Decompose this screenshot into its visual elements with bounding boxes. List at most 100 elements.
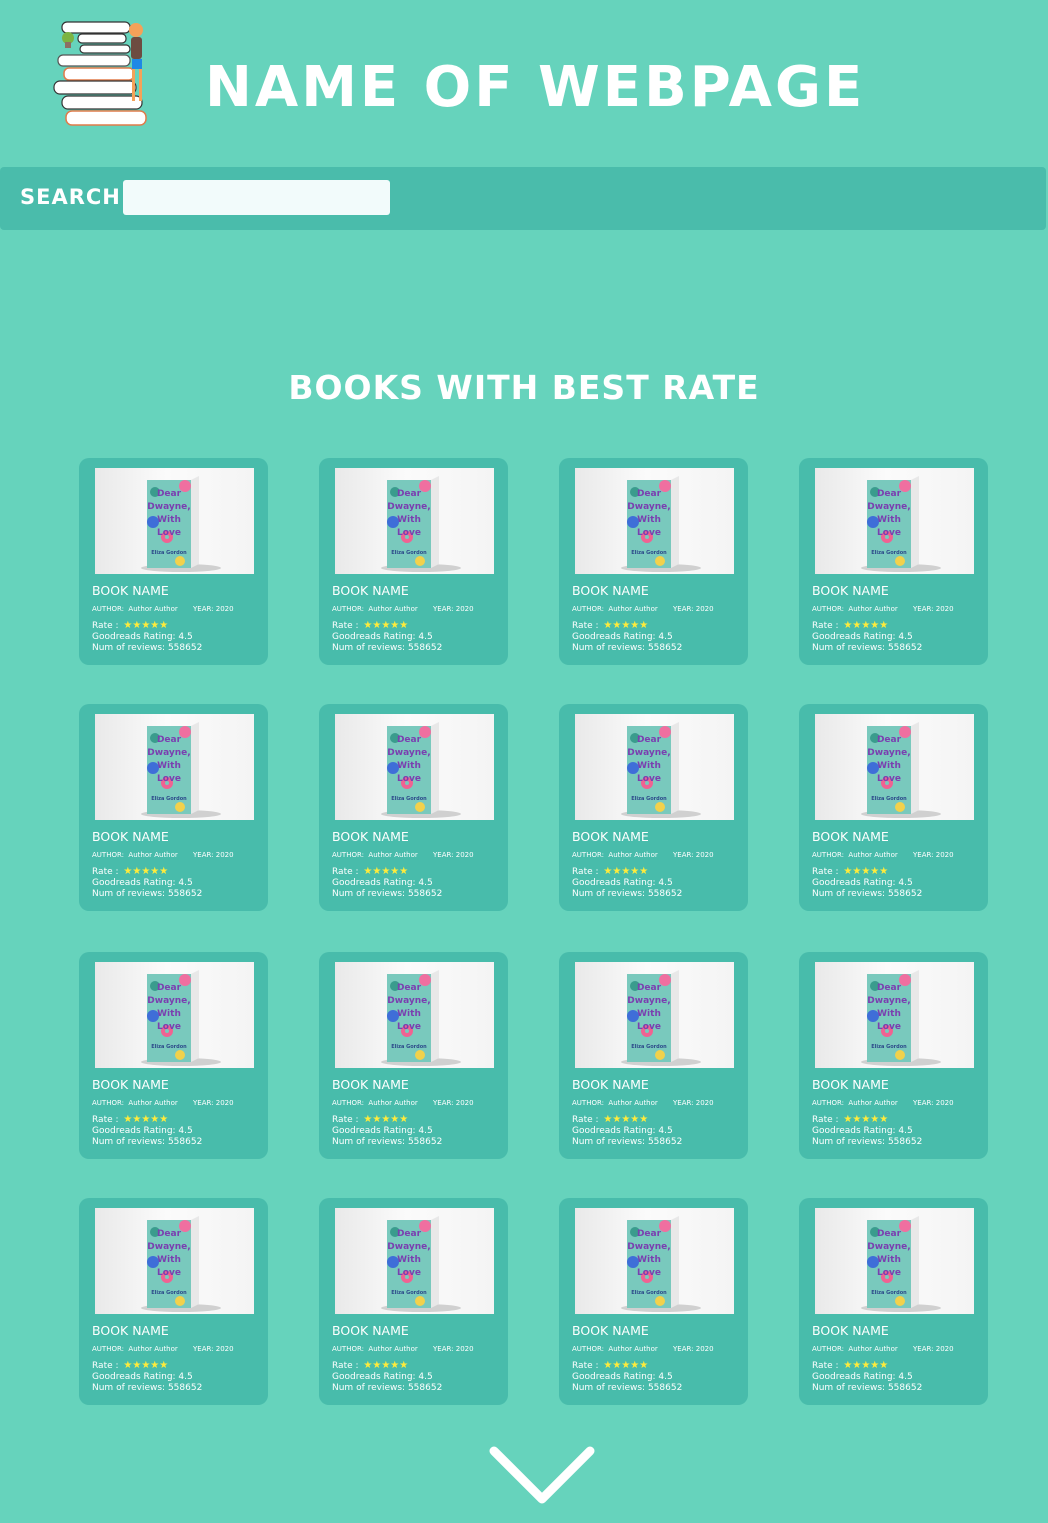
book-name[interactable]: BOOK NAME [812, 1077, 889, 1092]
book-name[interactable]: BOOK NAME [332, 829, 409, 844]
cover-title-2: Dwayne, [867, 996, 910, 1006]
cover-title-3: With [157, 1009, 181, 1019]
book-card[interactable]: Dear Dwayne, With Love Eliza Gordon BOOK NAME… [559, 1198, 748, 1405]
rate-label: Rate : [92, 1115, 119, 1125]
book-cover-image[interactable]: Dear Dwayne, With Love Eliza Gordon [95, 962, 254, 1068]
goodreads-rating: Goodreads Rating: 4.5 [332, 1126, 433, 1136]
book-cover-image[interactable]: Dear Dwayne, With Love Eliza Gordon [815, 1208, 974, 1314]
book-name[interactable]: BOOK NAME [332, 1323, 409, 1338]
search-bar: SEARCH [0, 167, 1046, 230]
book-card[interactable]: Dear Dwayne, With Love Eliza Gordon BOOK NAME… [79, 1198, 268, 1405]
book-card[interactable]: Dear Dwayne, With Love Eliza Gordon BOOK NAME… [799, 704, 988, 911]
cover-title-1: Dear [877, 489, 902, 499]
book-name[interactable]: BOOK NAME [92, 1323, 169, 1338]
site-title: NAME OF WEBPAGE [205, 55, 866, 120]
book-cover-image[interactable]: Dear Dwayne, With Love Eliza Gordon [815, 468, 974, 574]
book-name[interactable]: BOOK NAME [332, 583, 409, 598]
book-name[interactable]: BOOK NAME [92, 829, 169, 844]
book-meta: AUTHOR: Author Author YEAR: 2020 [812, 1345, 954, 1353]
cover-title-2: Dwayne, [867, 502, 910, 512]
rate-row: Rate : ★★★★★ [812, 866, 888, 877]
book-cover-image[interactable]: Dear Dwayne, With Love Eliza Gordon [815, 962, 974, 1068]
book-name[interactable]: BOOK NAME [812, 1323, 889, 1338]
book-name[interactable]: BOOK NAME [572, 1323, 649, 1338]
book-name[interactable]: BOOK NAME [812, 583, 889, 598]
cover-title-3: With [397, 761, 421, 771]
book-cover-image[interactable]: Dear Dwayne, With Love Eliza Gordon [575, 962, 734, 1068]
book-cover-image[interactable]: Dear Dwayne, With Love Eliza Gordon [575, 1208, 734, 1314]
cover-author: Eliza Gordon [391, 550, 427, 556]
book-cover-image[interactable]: Dear Dwayne, With Love Eliza Gordon [575, 714, 734, 820]
search-input[interactable] [123, 180, 390, 215]
book-card[interactable]: Dear Dwayne, With Love Eliza Gordon BOOK NAME… [559, 952, 748, 1159]
book-card[interactable]: Dear Dwayne, With Love Eliza Gordon BOOK NAME… [319, 952, 508, 1159]
book-name[interactable]: BOOK NAME [572, 1077, 649, 1092]
book-name[interactable]: BOOK NAME [572, 829, 649, 844]
book-name[interactable]: BOOK NAME [812, 829, 889, 844]
book-card[interactable]: Dear Dwayne, With Love Eliza Gordon BOOK NAME… [79, 952, 268, 1159]
rate-row: Rate : ★★★★★ [572, 620, 648, 631]
rate-row: Rate : ★★★★★ [332, 1360, 408, 1371]
book-cover-image[interactable]: Dear Dwayne, With Love Eliza Gordon [335, 714, 494, 820]
cover-title-4: Love [637, 1022, 661, 1032]
book-card[interactable]: Dear Dwayne, With Love Eliza Gordon BOOK NAME… [799, 952, 988, 1159]
book-cover-image[interactable]: Dear Dwayne, With Love Eliza Gordon [335, 1208, 494, 1314]
book-card[interactable]: Dear Dwayne, With Love Eliza Gordon BOOK NAME… [319, 458, 508, 665]
book-card[interactable]: Dear Dwayne, With Love Eliza Gordon BOOK NAME… [559, 458, 748, 665]
goodreads-rating: Goodreads Rating: 4.5 [572, 878, 673, 888]
book-card[interactable]: Dear Dwayne, With Love Eliza Gordon BOOK NAME… [79, 458, 268, 665]
book-cover-image[interactable]: Dear Dwayne, With Love Eliza Gordon [95, 1208, 254, 1314]
rate-label: Rate : [332, 1361, 359, 1371]
year-label: YEAR: [193, 1099, 214, 1107]
cover-title-4: Love [157, 1268, 181, 1278]
author-label: AUTHOR: [572, 851, 604, 859]
book-meta: AUTHOR: Author Author YEAR: 2020 [92, 1345, 234, 1353]
cover-title-4: Love [877, 774, 901, 784]
rate-label: Rate : [572, 621, 599, 631]
goodreads-rating: Goodreads Rating: 4.5 [572, 1126, 673, 1136]
cover-author: Eliza Gordon [871, 1290, 907, 1296]
year-label: YEAR: [193, 605, 214, 613]
year-label: YEAR: [913, 1099, 934, 1107]
cover-title-1: Dear [877, 735, 902, 745]
book-cover-image[interactable]: Dear Dwayne, With Love Eliza Gordon [335, 468, 494, 574]
book-meta: AUTHOR: Author Author YEAR: 2020 [332, 605, 474, 613]
year-value: 2020 [695, 1099, 714, 1107]
rate-label: Rate : [812, 867, 839, 877]
cover-title-1: Dear [397, 983, 422, 993]
author-label: AUTHOR: [332, 1345, 364, 1353]
book-cover-image[interactable]: Dear Dwayne, With Love Eliza Gordon [335, 962, 494, 1068]
num-reviews: Num of reviews: 558652 [572, 889, 683, 899]
rating-stars-icon: ★★★★★ [123, 866, 169, 877]
chevron-down-icon[interactable] [488, 1443, 596, 1507]
cover-author: Eliza Gordon [151, 550, 187, 556]
book-card[interactable]: Dear Dwayne, With Love Eliza Gordon BOOK NAME… [799, 458, 988, 665]
book-card[interactable]: Dear Dwayne, With Love Eliza Gordon BOOK NAME… [79, 704, 268, 911]
cover-title-1: Dear [637, 983, 662, 993]
book-meta: AUTHOR: Author Author YEAR: 2020 [812, 605, 954, 613]
author-name: Author Author [608, 1099, 658, 1107]
book-cover-image[interactable]: Dear Dwayne, With Love Eliza Gordon [95, 468, 254, 574]
book-name[interactable]: BOOK NAME [92, 583, 169, 598]
rating-stars-icon: ★★★★★ [363, 620, 409, 631]
book-cover-image[interactable]: Dear Dwayne, With Love Eliza Gordon [815, 714, 974, 820]
cover-title-3: With [637, 1009, 661, 1019]
rate-row: Rate : ★★★★★ [92, 620, 168, 631]
rating-stars-icon: ★★★★★ [123, 1360, 169, 1371]
goodreads-rating: Goodreads Rating: 4.5 [572, 1372, 673, 1382]
book-name[interactable]: BOOK NAME [572, 583, 649, 598]
rate-label: Rate : [92, 1361, 119, 1371]
book-cover-image[interactable]: Dear Dwayne, With Love Eliza Gordon [95, 714, 254, 820]
book-cover-image[interactable]: Dear Dwayne, With Love Eliza Gordon [575, 468, 734, 574]
book-card[interactable]: Dear Dwayne, With Love Eliza Gordon BOOK NAME… [319, 1198, 508, 1405]
book-card[interactable]: Dear Dwayne, With Love Eliza Gordon BOOK NAME… [799, 1198, 988, 1405]
book-name[interactable]: BOOK NAME [92, 1077, 169, 1092]
book-name[interactable]: BOOK NAME [332, 1077, 409, 1092]
book-card[interactable]: Dear Dwayne, With Love Eliza Gordon BOOK NAME… [559, 704, 748, 911]
num-reviews: Num of reviews: 558652 [92, 1137, 203, 1147]
cover-title-3: With [637, 1255, 661, 1265]
book-card[interactable]: Dear Dwayne, With Love Eliza Gordon BOOK NAME… [319, 704, 508, 911]
goodreads-rating: Goodreads Rating: 4.5 [332, 878, 433, 888]
year-value: 2020 [935, 1345, 954, 1353]
cover-author: Eliza Gordon [631, 1044, 667, 1050]
